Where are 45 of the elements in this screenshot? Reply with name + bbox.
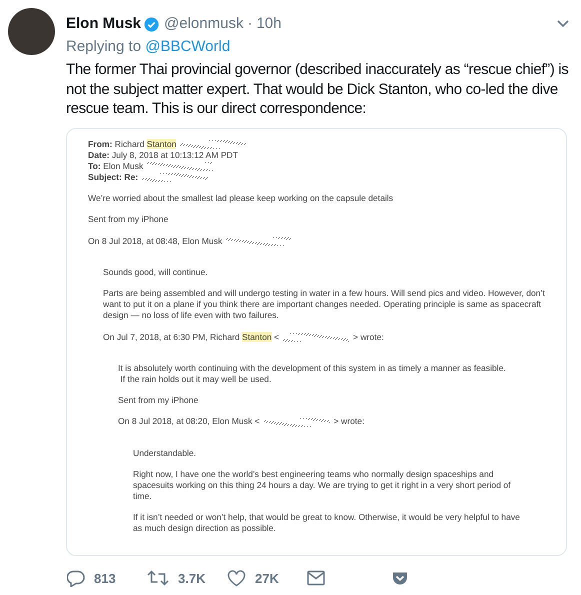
email-text: Understandable. [133, 448, 196, 458]
author-handle[interactable]: @elonmusk [164, 14, 244, 34]
reply-target-link[interactable]: @BBCWorld [145, 38, 230, 55]
email-text: as much design direction as possible. [133, 523, 276, 534]
retweet-count: 3.7K [178, 570, 206, 588]
email-text: Sounds good, will continue. [103, 266, 208, 277]
tweet-text: The former Thai provincial governor (described inaccurately as “rescue chief”) is not the subject matter expert. That would be Dick Stanton, who co-led the dive rescue team. This is our direct correspondence: [66, 60, 570, 118]
email-text: want to put it on a plane if you think there are important changes needed. Operating principle is same as spacecraft [103, 299, 542, 310]
tweet-time[interactable]: 10h [256, 14, 282, 34]
email-text: time. [133, 491, 152, 502]
highlighted-text: Stanton [146, 138, 176, 148]
retweet-icon[interactable] [147, 570, 169, 586]
email-text: To: Elon Musk [88, 160, 144, 171]
envelope-icon[interactable] [307, 570, 325, 586]
email-text: Date: July 8, 2018 at 10:13:12 AM PDT [88, 150, 238, 160]
email-text: design — no loss of life even with two failures. [103, 310, 279, 320]
like-count: 27K [255, 570, 279, 588]
email-text: < [273, 332, 280, 342]
email-text: If it isn’t needed or won’t help, that would be great to know. Otherwise, it would be very helpful to have [133, 512, 520, 522]
email-text: We’re worried about the smallest lad please keep working on the capsule details [88, 193, 394, 204]
email-text: Right now, I have one the world’s best engineering teams who normally design spaceships and [133, 468, 494, 479]
email-text: If the rain holds out it may well be used. [119, 374, 272, 384]
email-text: On 8 Jul 2018, at 08:20, Elon Musk < [118, 416, 260, 426]
email-text: On 8 Jul 2018, at 08:48, Elon Musk [88, 236, 222, 246]
email-text: > wrote: [334, 416, 364, 426]
email-text: Parts are being assembled and will undergo testing in water in a few hours. Will send pics and video. However, don’t [103, 288, 545, 298]
replying-label: Replying to [66, 38, 142, 55]
pocket-icon[interactable] [392, 570, 408, 586]
email-text: Sent from my iPhone [118, 395, 198, 406]
email-text: From: Richard [88, 138, 146, 148]
heart-icon[interactable] [227, 570, 246, 587]
email-text: On Jul 7, 2018, at 6:30 PM, Richard [103, 332, 241, 342]
highlighted-text: Stanton [242, 332, 272, 342]
avatar[interactable] [8, 8, 55, 55]
author-name[interactable]: Elon Musk [66, 14, 142, 34]
email-text: It is absolutely worth continuing with the development of this system in as timely a manner as feasible. [118, 362, 506, 373]
email-text: Sent from my iPhone [88, 214, 168, 224]
reply-icon[interactable] [67, 570, 85, 587]
email-text: Subject: Re: [88, 172, 138, 182]
email-text: spacesuits working on this thing 24 hours a day. We are trying to get it right in a very short period of [133, 480, 511, 490]
reply-count: 813 [94, 570, 116, 588]
chevron-icon[interactable] [557, 20, 569, 28]
attached-image[interactable] [66, 128, 567, 556]
email-text: > wrote: [353, 332, 384, 342]
separator: · [247, 14, 252, 34]
